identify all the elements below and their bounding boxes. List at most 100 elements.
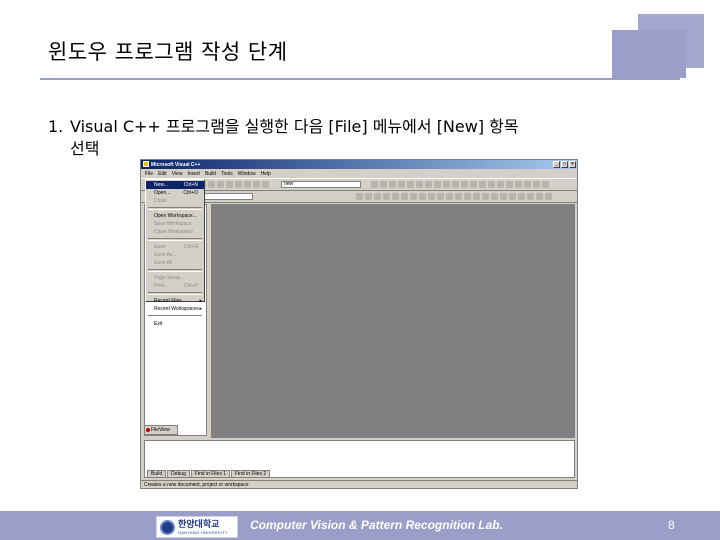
output-tabs: Build Debug Find in Files 1 Find in File…: [147, 470, 271, 478]
toolbar-button[interactable]: [253, 181, 260, 188]
menu-item-new-label: New...: [154, 182, 168, 188]
toolbar-button[interactable]: [479, 181, 486, 188]
toolbar-button[interactable]: [437, 193, 444, 200]
logo-korean: 한양대학교: [178, 519, 220, 530]
menu-item-open-label: Open...: [154, 190, 171, 196]
toolbar-button[interactable]: [226, 181, 233, 188]
menu-help[interactable]: Help: [261, 171, 271, 177]
logo-text: 한양대학교 HANYANG UNIVERSITY: [178, 520, 228, 535]
toolbar-button[interactable]: [401, 193, 408, 200]
toolbar-button[interactable]: [524, 181, 531, 188]
toolbar-button[interactable]: [506, 181, 513, 188]
toolbar-button[interactable]: [374, 193, 381, 200]
editor-area[interactable]: [211, 204, 575, 438]
toolbar-button[interactable]: [455, 193, 462, 200]
toolbar-button[interactable]: [428, 193, 435, 200]
toolbar-button[interactable]: [419, 193, 426, 200]
menu-tools[interactable]: Tools: [221, 171, 233, 177]
step-text-line2: 선택: [70, 139, 100, 158]
toolbar-button[interactable]: [217, 181, 224, 188]
toolbar-button[interactable]: [461, 181, 468, 188]
output-tab-build[interactable]: Build: [147, 470, 167, 478]
maximize-icon[interactable]: □: [561, 161, 568, 168]
toolbar-button[interactable]: [545, 193, 552, 200]
menu-edit[interactable]: Edit: [158, 171, 167, 177]
toolbar-button[interactable]: [527, 193, 534, 200]
toolbar-icons-row2: [356, 193, 554, 200]
menu-item-save-label: Save: [154, 244, 166, 250]
toolbar-button[interactable]: [491, 193, 498, 200]
toolbar-button[interactable]: [473, 193, 480, 200]
toolbar-button[interactable]: [416, 181, 423, 188]
minimize-icon[interactable]: _: [553, 161, 560, 168]
menu-item-save-workspace[interactable]: Save Workspace: [146, 220, 204, 228]
toolbar-button[interactable]: [383, 193, 390, 200]
menu-item-new-shortcut: Ctrl+N: [183, 182, 198, 188]
menu-separator: [148, 269, 202, 272]
menu-item-recent-workspaces[interactable]: Recent Workspaces ▸: [146, 305, 204, 313]
menu-item-save[interactable]: Save Ctrl+S: [146, 243, 204, 251]
submenu-arrow-icon: ▸: [199, 298, 202, 304]
menu-item-save-as[interactable]: Save As...: [146, 251, 204, 259]
page-number: 8: [668, 518, 675, 532]
toolbar-button[interactable]: [446, 193, 453, 200]
menu-item-close-workspace[interactable]: Close Workspace: [146, 228, 204, 236]
visual-cpp-window: Microsoft Visual C++ _ □ × File Edit Vie…: [140, 159, 578, 489]
toolbar-button[interactable]: [515, 181, 522, 188]
toolbar-button[interactable]: [371, 181, 378, 188]
menu-item-recent-workspaces-label: Recent Workspaces: [154, 306, 199, 312]
toolbar-button[interactable]: [497, 181, 504, 188]
menu-item-page-setup[interactable]: Page Setup...: [146, 274, 204, 282]
toolbar-button[interactable]: [407, 181, 414, 188]
toolbar-button[interactable]: [542, 181, 549, 188]
menu-separator: [148, 292, 202, 295]
window-controls: _ □ ×: [553, 161, 576, 168]
toolbar-button[interactable]: [464, 193, 471, 200]
toolbar-button[interactable]: [536, 193, 543, 200]
menu-item-open-workspace[interactable]: Open Workspace...: [146, 212, 204, 220]
menu-item-save-all[interactable]: Save All: [146, 259, 204, 267]
toolbar-button[interactable]: [398, 181, 405, 188]
toolbar-button[interactable]: [434, 181, 441, 188]
find-combo[interactable]: new: [281, 181, 361, 188]
menu-item-close[interactable]: Close: [146, 197, 204, 205]
output-tab-find1[interactable]: Find in Files 1: [190, 470, 230, 478]
toolbar-button[interactable]: [235, 181, 242, 188]
menu-view[interactable]: View: [172, 171, 183, 177]
toolbar-button[interactable]: [509, 193, 516, 200]
toolbar-button[interactable]: [380, 181, 387, 188]
toolbar-button[interactable]: [365, 193, 372, 200]
toolbar-button[interactable]: [488, 181, 495, 188]
toolbar-button[interactable]: [518, 193, 525, 200]
workspace-tab-fileview[interactable]: FileView: [144, 425, 178, 435]
menu-item-open[interactable]: Open... Ctrl+O: [146, 189, 204, 197]
toolbar-button[interactable]: [500, 193, 507, 200]
toolbar-button[interactable]: [244, 181, 251, 188]
toolbar-button[interactable]: [482, 193, 489, 200]
menu-item-print[interactable]: Print... Ctrl+P: [146, 282, 204, 290]
menu-item-new[interactable]: New... Ctrl+N: [146, 181, 204, 189]
menu-insert[interactable]: Insert: [187, 171, 200, 177]
menu-item-save-shortcut: Ctrl+S: [183, 244, 198, 250]
toolbar-button[interactable]: [356, 193, 363, 200]
toolbar-button[interactable]: [208, 181, 215, 188]
toolbar-button[interactable]: [425, 181, 432, 188]
menu-item-exit[interactable]: Exit: [146, 320, 204, 328]
menu-item-recent-files[interactable]: Recent Files ▸: [146, 297, 204, 305]
toolbar-button[interactable]: [533, 181, 540, 188]
menu-file[interactable]: File: [145, 171, 153, 177]
toolbar-button[interactable]: [262, 181, 269, 188]
toolbar-button[interactable]: [410, 193, 417, 200]
toolbar-button[interactable]: [452, 181, 459, 188]
toolbar-button[interactable]: [392, 193, 399, 200]
toolbar-button[interactable]: [389, 181, 396, 188]
close-icon[interactable]: ×: [569, 161, 576, 168]
toolbar-button[interactable]: [470, 181, 477, 188]
decorative-square-small: [638, 14, 704, 68]
footer-lab-name: Computer Vision & Pattern Recognition La…: [250, 518, 503, 532]
menu-build[interactable]: Build: [205, 171, 216, 177]
output-tab-debug[interactable]: Debug: [167, 470, 190, 478]
toolbar-button[interactable]: [443, 181, 450, 188]
output-tab-find2[interactable]: Find in Files 2: [230, 470, 271, 478]
menu-window[interactable]: Window: [238, 171, 256, 177]
